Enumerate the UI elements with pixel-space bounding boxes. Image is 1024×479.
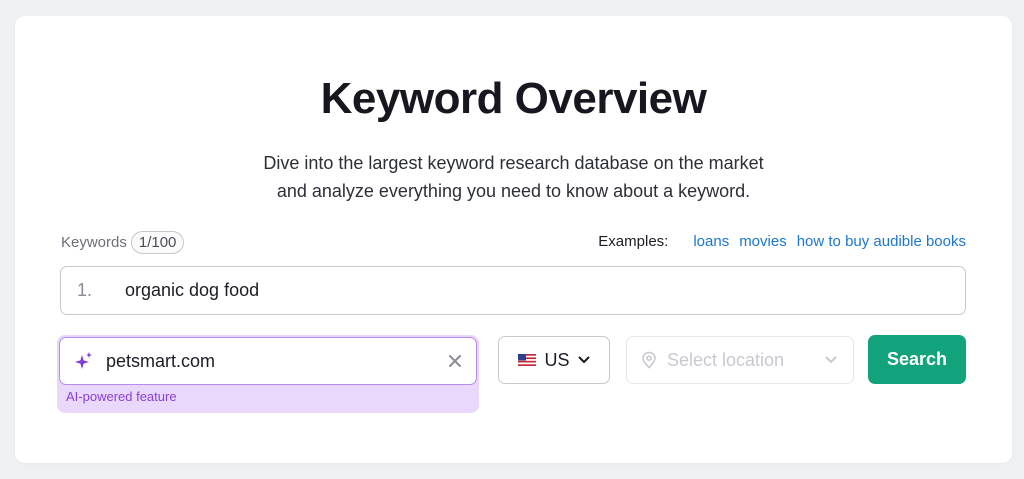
- subtitle-line-2: and analyze everything you need to know …: [276, 181, 751, 201]
- location-select[interactable]: Select location: [626, 336, 854, 384]
- country-selected-label: US: [544, 349, 570, 370]
- examples-bar: Examples: loans movies how to buy audibl…: [598, 233, 966, 250]
- sparkle-icon: [75, 352, 92, 369]
- ai-domain-field-wrapper: petsmart.com AI-powered feature: [57, 335, 479, 413]
- keyword-overview-card: Keyword Overview Dive into the largest k…: [15, 16, 1012, 463]
- country-select[interactable]: US: [498, 336, 610, 384]
- keywords-count-badge: 1/100: [130, 231, 185, 254]
- keywords-label-group: Keywords 1/100: [61, 231, 185, 254]
- page-subtitle: Dive into the largest keyword research d…: [15, 149, 1012, 205]
- ai-powered-note: AI-powered feature: [66, 389, 177, 404]
- example-link-movies[interactable]: movies: [739, 233, 787, 250]
- search-button[interactable]: Search: [868, 335, 966, 384]
- chevron-down-icon: [578, 356, 589, 363]
- keyword-input-value: organic dog food: [125, 280, 260, 300]
- subtitle-line-1: Dive into the largest keyword research d…: [263, 153, 764, 173]
- domain-input-value: petsmart.com: [106, 350, 216, 371]
- location-pin-icon: [642, 351, 656, 369]
- example-link-loans[interactable]: loans: [693, 233, 729, 250]
- keyword-line-number: 1.: [77, 280, 93, 300]
- us-flag-icon: [518, 354, 537, 366]
- example-link-audible[interactable]: how to buy audible books: [797, 233, 966, 250]
- chevron-down-icon: [825, 356, 837, 363]
- clear-icon[interactable]: [448, 354, 462, 368]
- keyword-input[interactable]: 1. organic dog food: [60, 266, 966, 315]
- keywords-label: Keywords: [61, 234, 127, 251]
- page-title: Keyword Overview: [320, 74, 707, 123]
- examples-label: Examples:: [598, 233, 669, 250]
- domain-input[interactable]: petsmart.com: [59, 337, 477, 385]
- location-placeholder: Select location: [667, 349, 785, 370]
